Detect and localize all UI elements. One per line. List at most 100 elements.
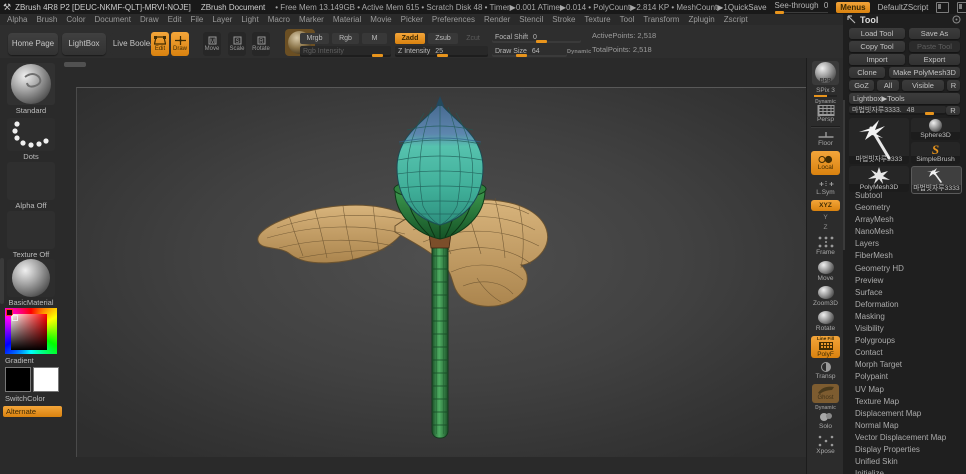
menu-item[interactable]: Movie	[370, 15, 391, 24]
all-button[interactable]: All	[877, 80, 899, 91]
save-as-button[interactable]: Save As	[909, 28, 960, 39]
menu-item[interactable]: Picker	[401, 15, 423, 24]
layout-panel-icon-2[interactable]	[957, 2, 966, 13]
spix-slider[interactable]	[814, 95, 837, 97]
z-intensity-handle[interactable]	[437, 54, 448, 57]
rgb-intensity-handle[interactable]	[372, 54, 383, 57]
export-button[interactable]: Export	[909, 54, 960, 65]
menu-item[interactable]: Layer	[212, 15, 232, 24]
floor-label[interactable]: Floor	[807, 140, 844, 147]
zadd-button[interactable]: Zadd	[395, 33, 425, 44]
lightbox-tools-button[interactable]: Lightbox▶Tools	[849, 93, 960, 104]
menu-item[interactable]: Stroke	[552, 15, 575, 24]
transp-icon[interactable]	[818, 362, 834, 372]
panel-back-icon[interactable]	[847, 15, 856, 24]
subpalette-item[interactable]: Unified Skin	[843, 456, 966, 468]
subpalette-item[interactable]: Polypaint	[843, 371, 966, 383]
lightbox-button[interactable]: LightBox	[62, 33, 106, 55]
panel-history-icon[interactable]	[952, 15, 961, 24]
load-tool-button[interactable]: Load Tool	[849, 28, 905, 39]
move-label[interactable]: Move	[807, 275, 844, 282]
default-zscript-button[interactable]: DefaultZScript	[878, 3, 929, 12]
focal-shift-handle[interactable]	[536, 40, 547, 43]
transp-label[interactable]: Transp	[807, 373, 844, 380]
frame-label[interactable]: Frame	[807, 249, 844, 256]
zsub-button[interactable]: Zsub	[428, 33, 458, 44]
dynamic-mode-label[interactable]: Dynamic	[567, 49, 591, 55]
zoom3d-label[interactable]: Zoom3D	[807, 300, 844, 307]
solo-label[interactable]: Solo	[807, 423, 844, 430]
local-button[interactable]: Local	[811, 151, 840, 175]
subpalette-item[interactable]: Visibility	[843, 323, 966, 335]
subpalette-item[interactable]: ArrayMesh	[843, 214, 966, 226]
main-color-swatch[interactable]	[5, 367, 31, 392]
menu-item[interactable]: Document	[95, 15, 131, 24]
secondary-color-swatch[interactable]	[33, 367, 59, 392]
xyz-axis-button[interactable]: XYZ	[811, 200, 840, 211]
draw-size-handle[interactable]	[516, 54, 527, 57]
subpalette-item[interactable]: NanoMesh	[843, 226, 966, 238]
alpha-picker[interactable]	[7, 162, 55, 200]
draw-button[interactable]: Draw	[171, 32, 189, 56]
subpalette-item[interactable]: Geometry HD	[843, 263, 966, 275]
brush-picker[interactable]	[7, 63, 55, 105]
zoom3d-icon[interactable]	[818, 286, 834, 299]
menus-button[interactable]: Menus	[836, 2, 869, 13]
zcut-button[interactable]: Zcut	[461, 33, 485, 44]
menu-item[interactable]: Preferences	[432, 15, 475, 24]
move-icon[interactable]	[818, 261, 834, 274]
subpalette-item[interactable]: Layers	[843, 238, 966, 250]
m-button[interactable]: M	[362, 33, 387, 44]
polymesh3d-thumb[interactable]: PolyMesh3D	[849, 166, 909, 192]
subpalette-item[interactable]: Texture Map	[843, 396, 966, 408]
home-page-button[interactable]: Home Page	[8, 33, 58, 55]
lsym-label[interactable]: L.Sym	[807, 189, 844, 196]
focal-shift-slider[interactable]: Focal Shift 0	[492, 32, 581, 43]
import-button[interactable]: Import	[849, 54, 905, 65]
subpalette-item[interactable]: UV Map	[843, 384, 966, 396]
move-button[interactable]: M Move	[203, 32, 221, 56]
see-through-slider[interactable]: See-through 0	[775, 1, 829, 13]
menu-item[interactable]: Light	[241, 15, 258, 24]
subpalette-item[interactable]: FiberMesh	[843, 250, 966, 262]
draw-size-slider[interactable]: Draw Size 64	[492, 46, 567, 57]
menu-item[interactable]: Draw	[140, 15, 159, 24]
xpose-label[interactable]: Xpose	[807, 448, 844, 455]
ghost-button[interactable]: Ghost	[812, 384, 839, 403]
subpalette-item[interactable]: Preview	[843, 275, 966, 287]
menu-item[interactable]: Material	[333, 15, 361, 24]
subpalette-item[interactable]: Surface	[843, 287, 966, 299]
r-button[interactable]: R	[947, 80, 960, 91]
subpalette-item[interactable]: Vector Displacement Map	[843, 432, 966, 444]
menu-item[interactable]: Texture	[584, 15, 610, 24]
rotate-label[interactable]: Rotate	[807, 325, 844, 332]
menu-item[interactable]: Zscript	[724, 15, 748, 24]
clone-button[interactable]: Clone	[849, 67, 885, 78]
subpalette-item[interactable]: Geometry	[843, 202, 966, 214]
goz-button[interactable]: GoZ	[849, 80, 874, 91]
quicksave-button[interactable]: QuickSave	[728, 3, 767, 12]
bpr-render-button[interactable]: BPR	[812, 61, 839, 85]
menu-item[interactable]: File	[190, 15, 203, 24]
z-intensity-slider[interactable]: Z Intensity 25	[395, 46, 488, 57]
subpalette-item[interactable]: Displacement Map	[843, 408, 966, 420]
scale-button[interactable]: S Scale	[228, 32, 246, 56]
layout-panel-icon-1[interactable]	[936, 2, 949, 13]
subpalette-item[interactable]: Normal Map	[843, 420, 966, 432]
rotate-icon[interactable]	[818, 311, 834, 324]
texture-picker[interactable]	[7, 211, 55, 249]
persp-grid-icon[interactable]	[817, 105, 834, 116]
rotate-button[interactable]: R Rotate	[252, 32, 270, 56]
menu-item[interactable]: Color	[66, 15, 85, 24]
subpalette-item[interactable]: Subtool	[843, 190, 966, 202]
menu-item[interactable]: Render	[484, 15, 510, 24]
frame-icon[interactable]	[818, 236, 834, 248]
tool-item-slider[interactable]: 마법빗자루3333. 48	[849, 106, 946, 115]
paste-tool-button[interactable]: Paste Tool	[909, 41, 960, 52]
polyframe-button[interactable]: Line Fill PolyF	[811, 336, 840, 358]
menu-item[interactable]: Marker	[299, 15, 324, 24]
simplebrush-thumb[interactable]: S SimpleBrush	[911, 142, 960, 164]
sphere3d-thumb[interactable]: Sphere3D	[911, 118, 960, 140]
persp-label[interactable]: Persp	[807, 116, 844, 123]
color-sv-cursor[interactable]	[12, 315, 18, 321]
